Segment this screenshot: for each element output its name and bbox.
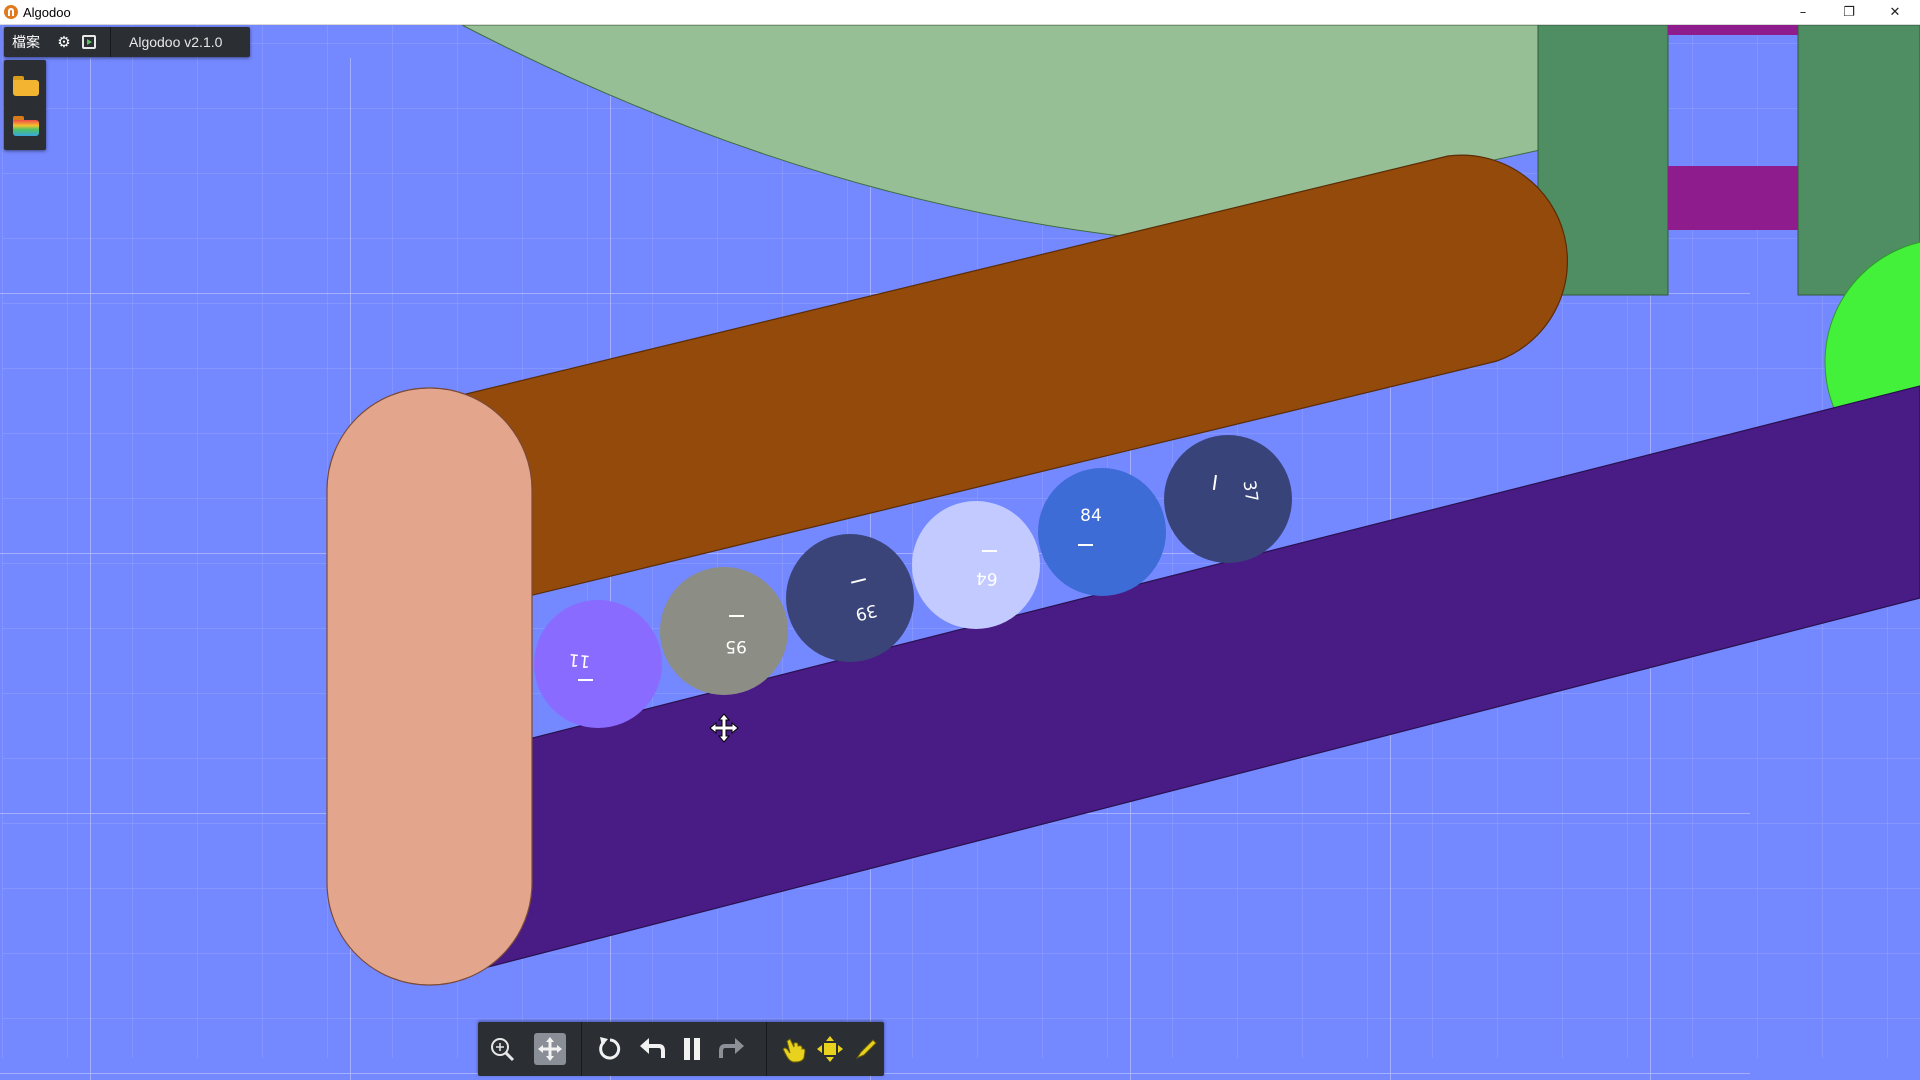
scene-folder-icon[interactable] bbox=[13, 116, 39, 136]
sketch-pen-icon[interactable] bbox=[850, 1033, 882, 1065]
ball-95-marker bbox=[729, 615, 744, 617]
ball-39[interactable]: 39 bbox=[786, 534, 914, 662]
ball-84[interactable]: 84 bbox=[1038, 468, 1166, 596]
version-label: Algodoo v2.1.0 bbox=[129, 34, 223, 50]
file-menu[interactable]: 檔案 bbox=[4, 32, 48, 52]
pink-capsule[interactable] bbox=[326, 387, 533, 986]
undo-icon[interactable] bbox=[636, 1033, 668, 1065]
pause-icon[interactable] bbox=[676, 1033, 708, 1065]
ball-64[interactable]: 64 bbox=[912, 501, 1040, 629]
zoom-icon[interactable] bbox=[486, 1033, 518, 1065]
main-menu-bar: 檔案 ⚙ Algodoo v2.1.0 bbox=[4, 27, 250, 57]
drag-hand-icon[interactable] bbox=[778, 1033, 810, 1065]
algodoo-app-icon bbox=[4, 5, 18, 19]
move-object-icon[interactable] bbox=[814, 1033, 846, 1065]
magenta-bar-top[interactable] bbox=[1668, 25, 1798, 35]
left-sidebar bbox=[4, 60, 46, 150]
open-folder-icon[interactable] bbox=[13, 76, 39, 96]
gear-icon[interactable]: ⚙ bbox=[54, 33, 74, 51]
move-cursor-icon bbox=[709, 713, 739, 743]
magenta-block[interactable] bbox=[1668, 166, 1798, 230]
window-title: Algodoo bbox=[23, 4, 71, 20]
play-box-icon[interactable] bbox=[82, 35, 96, 49]
minimize-button[interactable]: – bbox=[1780, 0, 1826, 24]
ball-64-label: 64 bbox=[975, 567, 998, 588]
ball-95[interactable]: 95 bbox=[660, 567, 788, 695]
close-button[interactable]: ✕ bbox=[1872, 0, 1918, 24]
ball-11[interactable]: 11 bbox=[534, 600, 662, 728]
move-icon[interactable] bbox=[534, 1033, 566, 1065]
ball-84-marker bbox=[1078, 544, 1093, 546]
menu-separator bbox=[110, 27, 111, 57]
ball-64-marker bbox=[982, 550, 997, 552]
redo-icon[interactable] bbox=[716, 1033, 748, 1065]
ball-95-label: 95 bbox=[725, 636, 747, 656]
reset-icon[interactable] bbox=[594, 1033, 626, 1065]
simulation-canvas[interactable]: 11 95 39 64 84 37 bbox=[0, 25, 1920, 1080]
ball-11-label: 11 bbox=[568, 649, 592, 671]
ball-37-label: 37 bbox=[1239, 479, 1262, 503]
restore-button[interactable]: ❐ bbox=[1826, 0, 1872, 24]
title-bar: Algodoo – ❐ ✕ bbox=[0, 0, 1920, 25]
ball-84-label: 84 bbox=[1080, 506, 1102, 526]
ball-37[interactable]: 37 bbox=[1164, 435, 1292, 563]
ball-11-marker bbox=[578, 679, 593, 681]
bottom-toolbar bbox=[478, 1022, 884, 1076]
